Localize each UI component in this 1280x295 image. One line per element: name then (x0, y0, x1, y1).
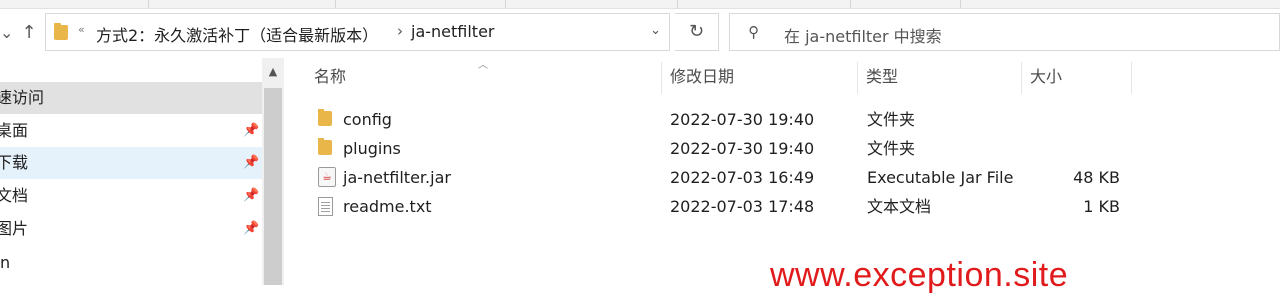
ribbon-tab-strip (0, 0, 1280, 9)
sidebar-item-label: 下载 (0, 153, 29, 172)
sidebar-item-partial[interactable]: n (0, 247, 262, 279)
file-date: 2022-07-30 19:40 (670, 110, 815, 129)
file-date: 2022-07-03 16:49 (670, 168, 815, 187)
refresh-icon: ↻ (688, 21, 705, 42)
file-date: 2022-07-30 19:40 (670, 139, 815, 158)
scrollbar-thumb[interactable] (264, 88, 282, 285)
sidebar-item-label: 文档 (0, 186, 29, 205)
column-divider[interactable] (857, 62, 858, 94)
sort-ascending-icon: ︿ (478, 60, 488, 71)
search-input[interactable]: ⚲ 在 ja-netfilter 中搜索 (729, 13, 1280, 51)
sidebar-item-documents[interactable]: 文档 📌 (0, 180, 262, 212)
file-type: 文件夹 (867, 110, 916, 129)
pin-icon[interactable]: 📌 (243, 115, 259, 147)
column-header-size[interactable]: 大小 (1030, 58, 1062, 96)
watermark-text: www.exception.site (770, 256, 1069, 294)
breadcrumb-separator-icon[interactable]: › (397, 22, 403, 40)
file-name: ja-netfilter.jar (343, 168, 451, 187)
file-row[interactable]: readme.txt 2022-07-03 17:48 文本文档 1 KB (300, 192, 1130, 221)
column-header-type[interactable]: 类型 (866, 58, 898, 96)
java-jar-icon: ☕ (318, 167, 336, 187)
search-icon: ⚲ (748, 23, 759, 41)
sidebar-item-label: n (0, 253, 11, 272)
up-arrow-icon[interactable]: ↑ (18, 22, 40, 44)
pin-icon[interactable]: 📌 (243, 147, 259, 179)
file-type: 文本文档 (867, 197, 932, 216)
file-type: 文件夹 (867, 139, 916, 158)
breadcrumb-current[interactable]: ja-netfilter (411, 22, 495, 41)
overflow-chevron-icon[interactable]: « (78, 23, 85, 36)
folder-icon (318, 109, 332, 126)
sidebar-item-desktop[interactable]: 桌面 📌 (0, 115, 262, 147)
column-header-name[interactable]: 名称 (314, 58, 346, 96)
sidebar-item-label: 速访问 (0, 88, 45, 107)
sidebar-scrollbar[interactable]: ▲ (262, 58, 284, 285)
file-name: readme.txt (343, 197, 432, 216)
navigation-pane: 速访问 桌面 📌 下载 📌 文档 📌 图片 📌 n (0, 58, 262, 285)
text-file-icon (318, 197, 333, 216)
sidebar-item-downloads[interactable]: 下载 📌 (0, 147, 262, 179)
file-name: plugins (343, 139, 401, 158)
file-size: 48 KB (1073, 168, 1120, 187)
column-divider[interactable] (1131, 62, 1132, 94)
file-row[interactable]: ☕ ja-netfilter.jar 2022-07-03 16:49 Exec… (300, 163, 1130, 192)
file-type: Executable Jar File (867, 168, 1014, 187)
address-bar[interactable]: « 方式2：永久激活补丁（适合最新版本） › ja-netfilter ⌄ (45, 13, 670, 51)
column-header-date[interactable]: 修改日期 (670, 58, 734, 96)
address-dropdown-icon[interactable]: ⌄ (650, 23, 661, 38)
sidebar-item-label: 桌面 (0, 121, 29, 140)
recent-locations-chevron-icon[interactable]: ⌄ (0, 22, 13, 44)
column-divider[interactable] (661, 62, 662, 94)
folder-icon (318, 138, 332, 155)
search-placeholder: 在 ja-netfilter 中搜索 (784, 27, 942, 46)
file-name: config (343, 110, 392, 129)
file-size: 1 KB (1083, 197, 1120, 216)
folder-icon (54, 23, 68, 40)
file-date: 2022-07-03 17:48 (670, 197, 815, 216)
address-bar-row: ⌄ ↑ « 方式2：永久激活补丁（适合最新版本） › ja-netfilter … (0, 10, 1280, 56)
column-divider[interactable] (1021, 62, 1022, 94)
pin-icon[interactable]: 📌 (243, 180, 259, 212)
refresh-button[interactable]: ↻ (675, 13, 719, 51)
sidebar-item-label: 图片 (0, 219, 29, 238)
file-row[interactable]: plugins 2022-07-30 19:40 文件夹 (300, 134, 1130, 163)
pin-icon[interactable]: 📌 (243, 213, 259, 245)
scroll-up-icon[interactable]: ▲ (262, 58, 284, 86)
file-row[interactable]: config 2022-07-30 19:40 文件夹 (300, 105, 1130, 134)
sidebar-item-pictures[interactable]: 图片 📌 (0, 213, 262, 245)
breadcrumb-parent[interactable]: 方式2：永久激活补丁（适合最新版本） (96, 22, 378, 46)
sidebar-item-quick-access[interactable]: 速访问 (0, 82, 262, 114)
